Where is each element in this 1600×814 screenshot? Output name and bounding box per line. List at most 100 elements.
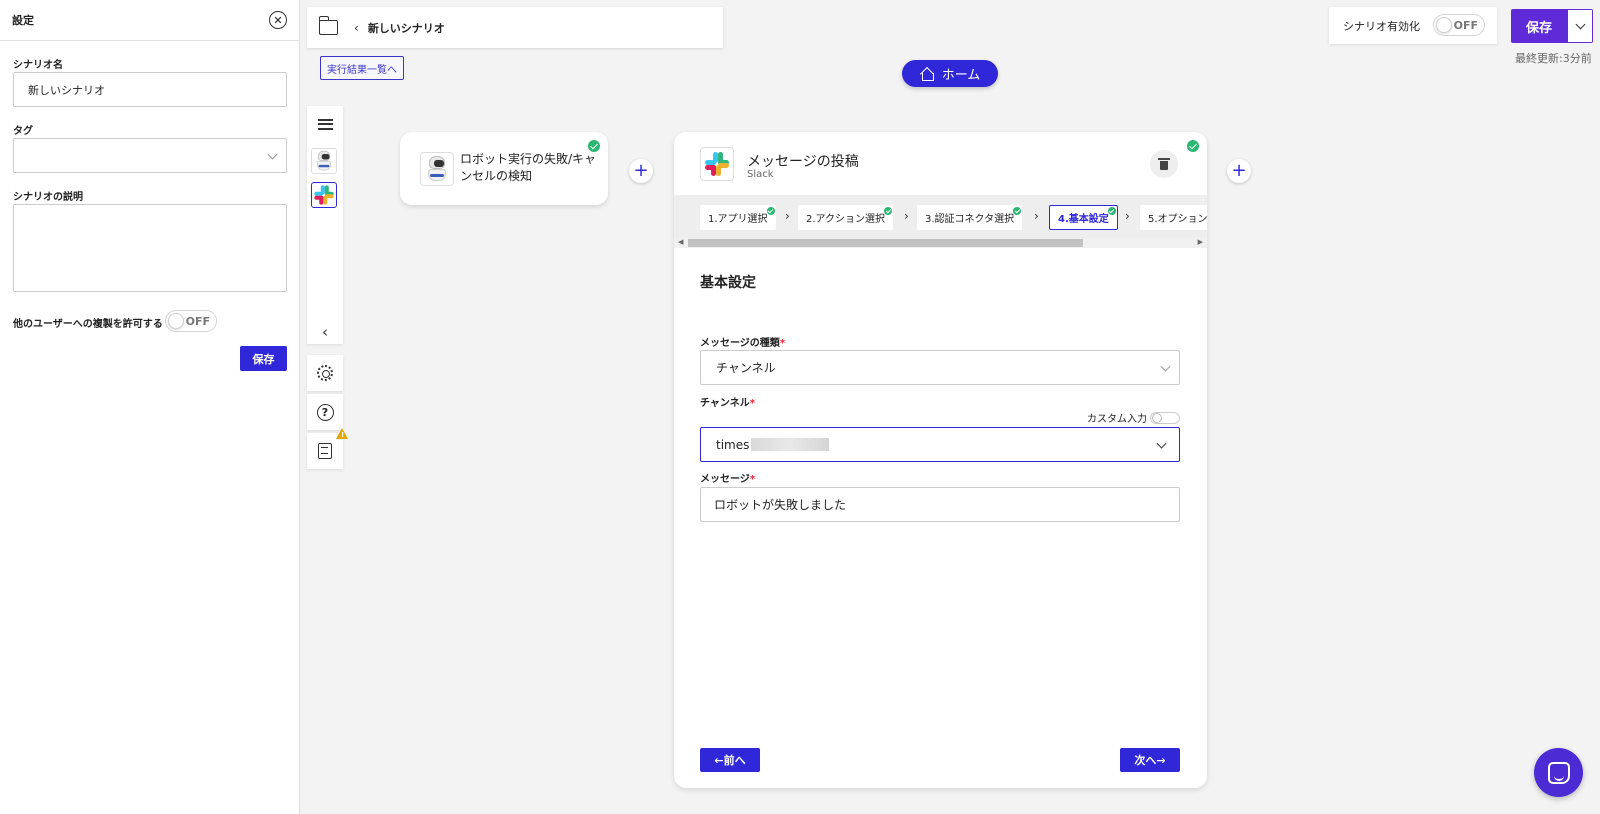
action-panel: メッセージの投稿 Slack 1.アプリ選択 › 2.アクション選択 › 3.認… bbox=[674, 132, 1207, 788]
scenario-enable-card: シナリオ有効化 OFF bbox=[1329, 7, 1497, 44]
next-button[interactable]: 次へ→ bbox=[1120, 748, 1180, 772]
action-title: メッセージの投稿 bbox=[747, 154, 859, 170]
chevron-right-icon: › bbox=[1034, 209, 1039, 223]
trash-icon bbox=[1158, 157, 1170, 170]
chevron-down-icon bbox=[1575, 19, 1585, 29]
gear-icon bbox=[317, 365, 333, 381]
warning-icon: ! bbox=[336, 428, 348, 439]
scroll-right-icon[interactable]: ▶ bbox=[1198, 238, 1203, 246]
action-header: メッセージの投稿 Slack bbox=[674, 132, 1207, 195]
chat-icon bbox=[1547, 761, 1570, 784]
delete-action-button[interactable] bbox=[1150, 150, 1178, 178]
list-icon bbox=[317, 118, 333, 130]
robot-icon bbox=[428, 156, 446, 182]
step-tab-action-select[interactable]: 2.アクション選択 bbox=[798, 205, 894, 230]
tag-label: タグ bbox=[13, 126, 33, 137]
tag-select[interactable] bbox=[13, 138, 287, 173]
home-button[interactable]: ホーム bbox=[902, 60, 998, 87]
message-type-label: メッセージの種類* bbox=[700, 338, 786, 349]
plus-icon: + bbox=[1231, 160, 1247, 181]
scenario-header: ‹ 新しいシナリオ bbox=[307, 7, 723, 48]
chat-launcher-button[interactable] bbox=[1534, 748, 1583, 797]
settings-title: 設定 bbox=[12, 14, 34, 27]
trigger-app-icon bbox=[420, 152, 454, 186]
settings-panel: 設定 ✕ シナリオ名 新しいシナリオ タグ シナリオの説明 他のユーザーへの複製… bbox=[0, 0, 300, 814]
results-list-link[interactable]: 実行結果一覧へ bbox=[320, 56, 404, 80]
check-icon bbox=[588, 140, 600, 152]
nav-node-slack[interactable] bbox=[311, 182, 337, 208]
message-label: メッセージ* bbox=[700, 474, 756, 485]
help-button[interactable]: ? bbox=[307, 394, 343, 430]
channel-label: チャンネル* bbox=[700, 398, 755, 409]
toggle-knob bbox=[1436, 17, 1452, 33]
chevron-left-icon[interactable]: ‹ bbox=[354, 21, 359, 35]
description-label: シナリオの説明 bbox=[13, 192, 83, 203]
redacted-channel-name bbox=[751, 438, 830, 451]
prev-button[interactable]: ←前へ bbox=[700, 748, 760, 772]
copy-permission-toggle[interactable]: OFF bbox=[165, 310, 217, 332]
chevron-right-icon: › bbox=[904, 209, 909, 223]
scenario-title: 新しいシナリオ bbox=[367, 21, 445, 35]
step-tab-options[interactable]: 5.オプション bbox=[1140, 205, 1207, 230]
channel-select[interactable]: times bbox=[700, 427, 1180, 462]
house-icon bbox=[920, 67, 934, 81]
chevron-down-icon bbox=[1160, 361, 1171, 372]
chevron-down-icon bbox=[1156, 438, 1167, 449]
save-dropdown-button[interactable] bbox=[1567, 9, 1593, 43]
close-icon[interactable]: ✕ bbox=[269, 11, 287, 29]
trigger-title: ロボット実行の失敗/キャンセルの検知 bbox=[460, 152, 597, 183]
scenario-enable-toggle[interactable]: OFF bbox=[1433, 14, 1485, 36]
log-icon bbox=[318, 443, 332, 459]
trigger-node[interactable]: ロボット実行の失敗/キャンセルの検知 bbox=[400, 132, 608, 205]
settings-header: 設定 ✕ bbox=[0, 0, 299, 41]
step-tab-connector-select[interactable]: 3.認証コネクタ選択 bbox=[917, 205, 1023, 230]
action-app-icon bbox=[700, 147, 734, 181]
add-step-button[interactable]: + bbox=[1227, 159, 1251, 183]
add-step-button[interactable]: + bbox=[629, 159, 653, 183]
scenario-name-input[interactable]: 新しいシナリオ bbox=[13, 72, 287, 107]
channel-value: times bbox=[716, 437, 750, 452]
steps-scrollbar[interactable]: ◀ ▶ bbox=[674, 238, 1207, 248]
save-button[interactable]: 保存 bbox=[1511, 9, 1567, 43]
folder-icon[interactable] bbox=[318, 16, 338, 35]
collapse-nav-button[interactable]: ‹ bbox=[307, 314, 343, 350]
check-icon bbox=[1187, 140, 1199, 152]
message-input[interactable]: ロボットが失敗しました bbox=[700, 487, 1180, 522]
step-tab-basic-settings[interactable]: 4.基本設定 bbox=[1049, 205, 1118, 230]
message-type-value: チャンネル bbox=[716, 361, 776, 375]
section-title: 基本設定 bbox=[700, 275, 756, 291]
step-label: 4.基本設定 bbox=[1058, 214, 1109, 225]
node-list-button[interactable] bbox=[307, 106, 343, 142]
description-textarea[interactable] bbox=[13, 204, 287, 292]
home-label: ホーム bbox=[941, 68, 981, 83]
message-type-select[interactable]: チャンネル bbox=[700, 350, 1180, 385]
custom-input-switch[interactable] bbox=[1150, 411, 1180, 424]
nav-node-robot[interactable] bbox=[311, 148, 337, 174]
chevron-right-icon: › bbox=[1125, 209, 1130, 223]
toggle-knob bbox=[168, 313, 184, 329]
step-tab-app-select[interactable]: 1.アプリ選択 bbox=[700, 205, 776, 230]
last-update: 最終更新:3分前 bbox=[1515, 52, 1592, 65]
custom-input-toggle[interactable]: カスタム入力 bbox=[1087, 410, 1180, 425]
save-button-group: 保存 bbox=[1511, 9, 1593, 43]
chevron-left-icon: ‹ bbox=[322, 323, 328, 341]
check-icon bbox=[1013, 207, 1022, 215]
step-label: 5.オプション bbox=[1148, 214, 1207, 225]
chevron-down-icon bbox=[267, 149, 278, 160]
scenario-name-label: シナリオ名 bbox=[13, 60, 63, 71]
settings-button[interactable] bbox=[307, 355, 343, 391]
chevron-right-icon: › bbox=[785, 209, 790, 223]
copy-permission-label: 他のユーザーへの複製を許可する bbox=[13, 319, 163, 330]
slack-icon bbox=[314, 185, 334, 205]
message-value: ロボットが失敗しました bbox=[714, 498, 847, 512]
step-label: 2.アクション選択 bbox=[806, 214, 886, 225]
custom-input-label: カスタム入力 bbox=[1087, 414, 1147, 425]
step-label: 3.認証コネクタ選択 bbox=[925, 214, 1015, 225]
help-icon: ? bbox=[316, 403, 334, 421]
step-label: 1.アプリ選択 bbox=[708, 214, 768, 225]
scenario-enable-state: OFF bbox=[1453, 19, 1478, 32]
scenario-enable-label: シナリオ有効化 bbox=[1343, 20, 1420, 33]
scroll-left-icon[interactable]: ◀ bbox=[678, 238, 683, 246]
scrollbar-thumb[interactable] bbox=[688, 239, 1083, 247]
settings-save-button[interactable]: 保存 bbox=[240, 346, 287, 371]
